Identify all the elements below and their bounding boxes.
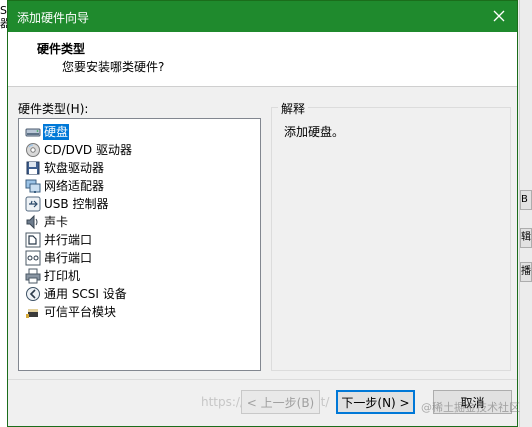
network-adapter-icon <box>25 179 41 193</box>
next-button[interactable]: 下一步(N) > <box>336 390 415 414</box>
list-item-label: 声卡 <box>44 215 69 229</box>
list-item-label: 网络适配器 <box>44 179 105 193</box>
title-bar: 添加硬件向导 <box>8 1 517 32</box>
wizard-header: 硬件类型 您要安装哪类硬件? <box>8 32 517 87</box>
footer-divider <box>8 379 517 380</box>
explanation-title: 解释 <box>278 100 309 117</box>
list-item-cd-dvd[interactable]: CD/DVD 驱动器 <box>25 141 133 159</box>
list-item-label: 并行端口 <box>44 233 93 247</box>
list-item-network-adapter[interactable]: 网络适配器 <box>25 177 105 195</box>
usb-icon <box>25 196 41 212</box>
background-button-3[interactable]: 播 <box>520 262 532 282</box>
header-subtitle: 您要安装哪类硬件? <box>62 60 165 74</box>
add-hardware-wizard-dialog: 添加硬件向导 硬件类型 您要安装哪类硬件? 硬件类型(H): 硬盘 CD/DVD… <box>7 0 520 427</box>
hardware-type-label: 硬件类型(H): <box>18 102 89 116</box>
hardware-type-list[interactable]: 硬盘 CD/DVD 驱动器 软盘驱动器 网络适配器 USB 控制器 声卡 并行端… <box>18 118 261 371</box>
tpm-icon <box>26 309 38 318</box>
list-item-serial-port[interactable]: 串行端口 <box>25 249 93 267</box>
background-button-2[interactable]: 辑 <box>520 228 532 248</box>
list-item-floppy[interactable]: 软盘驱动器 <box>25 159 105 177</box>
background-button-1[interactable]: B <box>520 190 532 210</box>
header-title: 硬件类型 <box>37 42 86 56</box>
cancel-button[interactable]: 取消 <box>433 390 512 414</box>
list-item-tpm[interactable]: 可信平台模块 <box>25 303 117 321</box>
printer-icon <box>25 268 41 284</box>
list-item-printer[interactable]: 打印机 <box>25 267 81 285</box>
close-icon <box>493 10 505 22</box>
list-item-label: 硬盘 <box>43 124 70 140</box>
dialog-title: 添加硬件向导 <box>17 11 90 25</box>
list-item-label: 软盘驱动器 <box>44 161 105 175</box>
list-item-usb-controller[interactable]: USB 控制器 <box>25 195 109 213</box>
back-button[interactable]: < 上一步(B) <box>241 390 320 414</box>
hard-disk-icon <box>25 128 41 137</box>
serial-port-icon <box>25 250 41 266</box>
cd-dvd-icon <box>26 143 40 157</box>
explanation-text: 添加硬盘。 <box>284 125 345 139</box>
sound-card-icon <box>26 214 38 230</box>
parallel-port-icon <box>25 232 41 248</box>
scsi-icon <box>26 287 40 301</box>
background-window-right <box>519 0 532 427</box>
list-item-sound-card[interactable]: 声卡 <box>25 213 69 231</box>
list-item-scsi-device[interactable]: 通用 SCSI 设备 <box>25 285 128 303</box>
close-button[interactable] <box>491 8 507 24</box>
list-item-label: CD/DVD 驱动器 <box>44 143 132 157</box>
list-item-label: 可信平台模块 <box>44 305 117 319</box>
floppy-icon <box>26 161 40 175</box>
list-item-label: USB 控制器 <box>44 197 109 211</box>
list-item-hard-disk[interactable]: 硬盘 <box>25 123 70 141</box>
list-item-label: 打印机 <box>44 269 81 283</box>
list-item-parallel-port[interactable]: 并行端口 <box>25 231 93 249</box>
explanation-group <box>271 107 511 371</box>
list-item-label: 串行端口 <box>44 251 93 265</box>
list-item-label: 通用 SCSI 设备 <box>44 287 127 301</box>
